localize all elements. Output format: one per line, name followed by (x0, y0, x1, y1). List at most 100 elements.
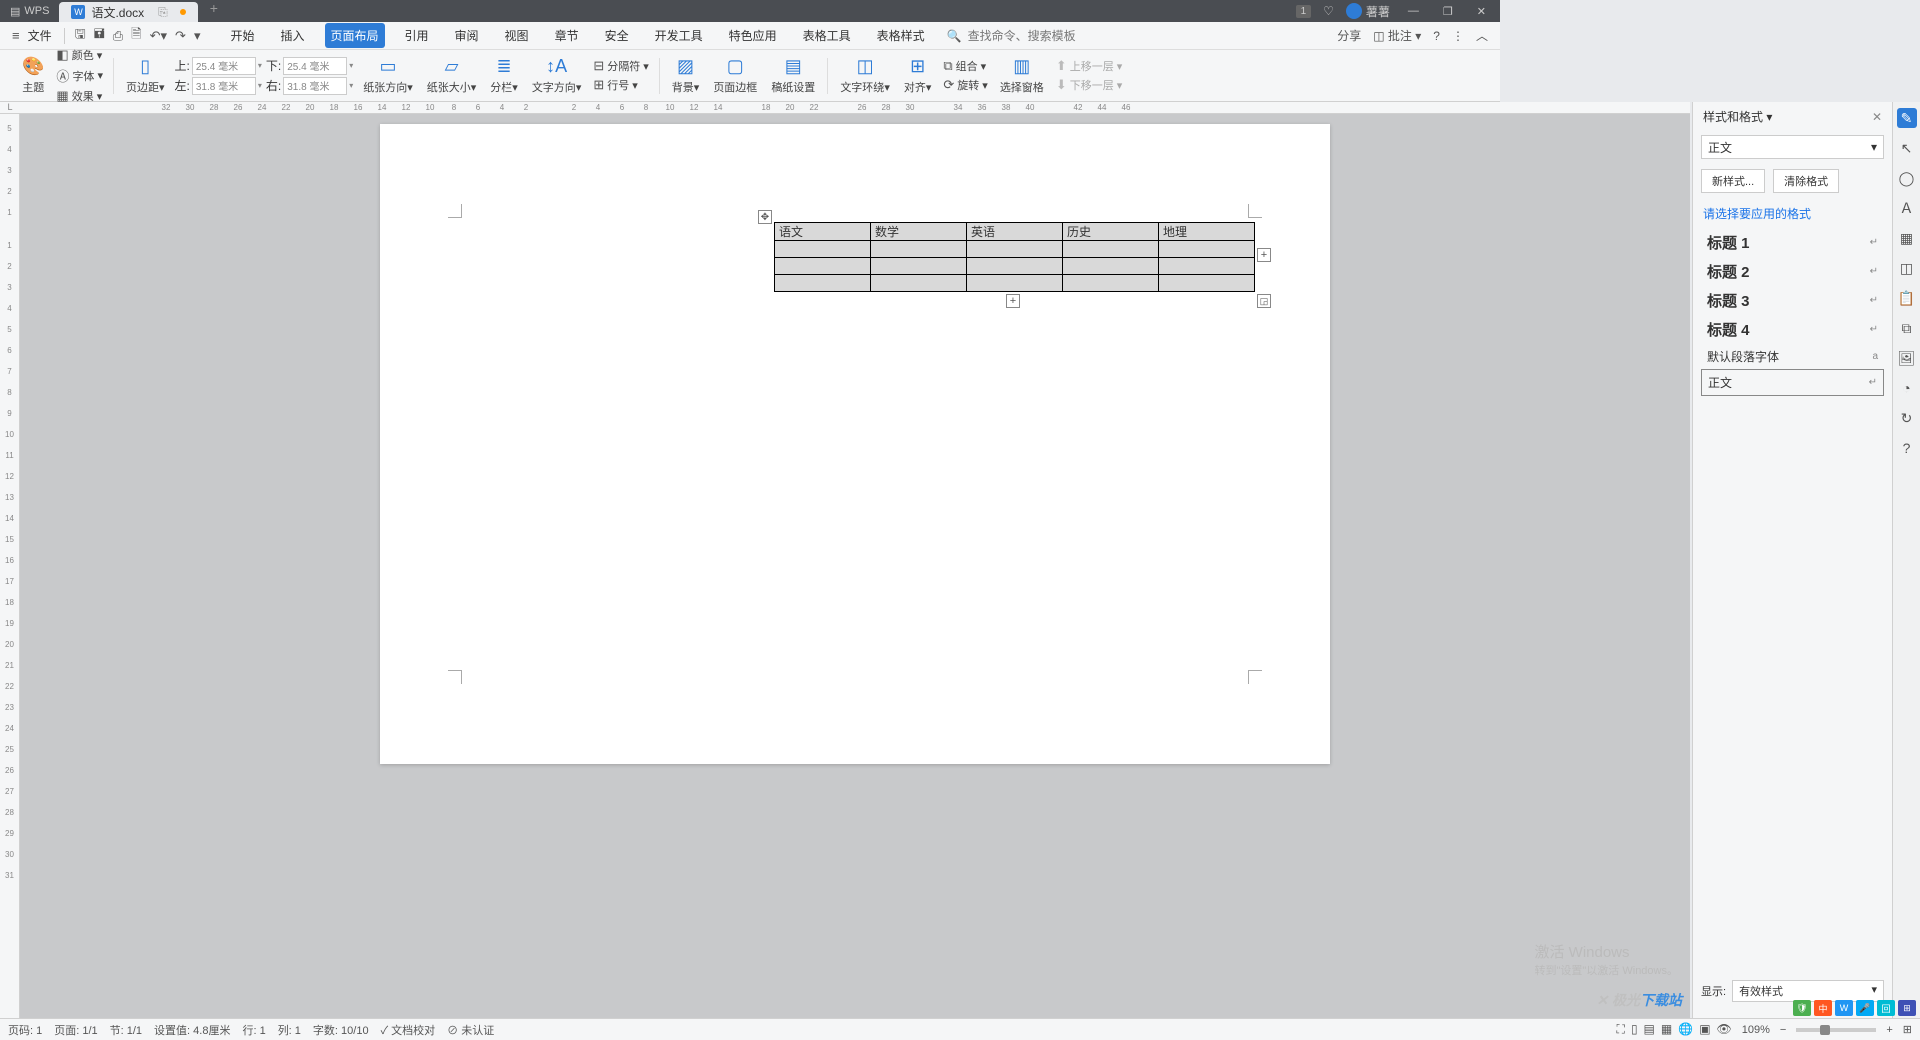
document-canvas[interactable]: ✥ 语文 数学 英语 历史 地理 + + ◲ 激活 Windows 转到"设置"… (20, 114, 1690, 1018)
format-tool-icon[interactable]: Ａ (1897, 198, 1917, 218)
chart-tool-icon[interactable]: ◫ (1897, 258, 1917, 278)
table-resize-handle[interactable]: ◲ (1257, 294, 1271, 308)
style-pane-icon[interactable]: ✎ (1897, 108, 1917, 128)
undo-icon[interactable]: ↶▾ (150, 28, 167, 44)
line-number-button[interactable]: ⊞行号▾ (591, 76, 650, 94)
add-row-handle[interactable]: + (1006, 294, 1020, 308)
columns-button[interactable]: ≣分栏▾ (486, 54, 522, 97)
color-button[interactable]: ◧颜色▾ (54, 46, 105, 64)
web-layout-icon[interactable]: ▦ (1661, 1022, 1672, 1037)
tab-security[interactable]: 安全 (599, 23, 635, 48)
notification-badge[interactable]: 1 (1296, 5, 1312, 18)
redo-icon[interactable]: ↷ (175, 28, 186, 44)
focus-view-icon[interactable]: ▣ (1699, 1022, 1710, 1037)
theme-button[interactable]: 🎨主题 (18, 54, 48, 97)
status-page-no[interactable]: 页码: 1 (8, 1022, 42, 1038)
margin-top-input[interactable] (192, 57, 256, 75)
table-move-handle[interactable]: ✥ (758, 210, 772, 224)
skin-icon[interactable]: ♡ (1323, 4, 1334, 18)
zoom-in-button[interactable]: + (1886, 1024, 1892, 1036)
tab-insert[interactable]: 插入 (274, 23, 310, 48)
table-cell[interactable]: 历史 (1063, 223, 1159, 241)
margin-bottom-input[interactable] (283, 57, 347, 75)
margin-left-input[interactable] (192, 77, 256, 95)
outline-view-icon[interactable]: ▤ (1644, 1022, 1655, 1037)
clear-format-button[interactable]: 清除格式 (1773, 169, 1839, 193)
maximize-button[interactable]: ❐ (1437, 3, 1459, 20)
margin-right-input[interactable] (283, 77, 347, 95)
status-proofing[interactable]: ✓ 文档校对 (381, 1022, 436, 1038)
table-cell[interactable]: 英语 (967, 223, 1063, 241)
eye-icon[interactable]: 👁 (1717, 1022, 1732, 1037)
margin-button[interactable]: ▯页边距▾ (122, 54, 169, 97)
tray-icon[interactable]: 🛡 (1793, 1000, 1811, 1016)
text-wrap-button[interactable]: ◫文字环绕▾ (836, 54, 894, 97)
tray-icon[interactable]: 回 (1877, 1000, 1895, 1016)
style-item-body[interactable]: 正文↵ (1701, 369, 1884, 396)
command-search[interactable]: 🔍 查找命令、搜索模板 (947, 27, 1076, 44)
show-filter-selector[interactable]: 有效样式▾ (1732, 980, 1884, 1002)
print-layout-icon[interactable]: ▯ (1631, 1022, 1638, 1037)
tray-icon[interactable]: W (1835, 1000, 1853, 1016)
zoom-out-button[interactable]: − (1780, 1024, 1786, 1036)
collapse-ribbon-icon[interactable]: ︿ (1476, 27, 1488, 44)
page-border-button[interactable]: ▢页面边框 (709, 54, 761, 97)
status-auth[interactable]: ⊘ 未认证 (447, 1022, 494, 1038)
tray-icon[interactable]: 🎤 (1856, 1000, 1874, 1016)
tab-special[interactable]: 特色应用 (723, 23, 783, 48)
table-cell[interactable]: 数学 (871, 223, 967, 241)
note-button[interactable]: ◫ 批注 ▾ (1373, 27, 1421, 44)
zoom-slider[interactable] (1796, 1028, 1876, 1032)
panel-close-button[interactable]: ✕ (1872, 110, 1882, 124)
style-item-h4[interactable]: 标题 4↵ (1701, 315, 1884, 344)
background-button[interactable]: ▨背景▾ (668, 54, 704, 97)
help-tool-icon[interactable]: ? (1897, 438, 1917, 458)
layout-tool-icon[interactable]: ⧉ (1897, 318, 1917, 338)
style-item-h2[interactable]: 标题 2↵ (1701, 257, 1884, 286)
tab-page-layout[interactable]: 页面布局 (325, 23, 385, 48)
tab-table-style[interactable]: 表格样式 (871, 23, 931, 48)
qat-customize-icon[interactable]: ▾ (194, 28, 201, 44)
zoom-level[interactable]: 109% (1742, 1024, 1770, 1036)
selection-pane-button[interactable]: ▥选择窗格 (996, 54, 1048, 97)
tab-references[interactable]: 引用 (399, 23, 435, 48)
fit-page-icon[interactable]: ⊞ (1903, 1023, 1912, 1036)
fullscreen-icon[interactable]: ⛶ (1617, 1022, 1625, 1037)
app-logo[interactable]: ▤ WPS (0, 5, 59, 18)
shape-tool-icon[interactable]: ◯ (1897, 168, 1917, 188)
tray-icon[interactable]: ⊞ (1898, 1000, 1916, 1016)
orientation-button[interactable]: ▭纸张方向▾ (359, 54, 417, 97)
protect-tool-icon[interactable]: ◔ (1897, 378, 1917, 398)
document-table[interactable]: 语文 数学 英语 历史 地理 (774, 222, 1255, 292)
new-tab-button[interactable]: + (198, 0, 230, 22)
file-menu[interactable]: ≡ 文件 (8, 27, 60, 44)
current-style-selector[interactable]: 正文▾ (1701, 135, 1884, 159)
rotate-button[interactable]: ⟳旋转▾ (941, 76, 989, 94)
status-line[interactable]: 行: 1 (242, 1022, 265, 1038)
breaks-button[interactable]: ⊟分隔符▾ (591, 57, 650, 75)
tray-icon[interactable]: 中 (1814, 1000, 1832, 1016)
style-item-h1[interactable]: 标题 1↵ (1701, 228, 1884, 257)
style-item-default-font[interactable]: 默认段落字体a (1701, 344, 1884, 369)
clipboard-tool-icon[interactable]: 📋 (1897, 288, 1917, 308)
print-icon[interactable]: ⎙ (113, 28, 123, 44)
user-account[interactable]: 薯薯 (1346, 3, 1390, 20)
reading-view-icon[interactable]: 🌐 (1678, 1022, 1693, 1037)
add-column-handle[interactable]: + (1257, 248, 1271, 262)
text-direction-button[interactable]: ↕A文字方向▾ (528, 54, 586, 97)
align-button[interactable]: ⊞对齐▾ (900, 54, 936, 97)
save-as-icon[interactable]: 🖬 (94, 25, 105, 47)
tab-table-tools[interactable]: 表格工具 (797, 23, 857, 48)
status-word-count[interactable]: 字数: 10/10 (313, 1022, 369, 1038)
share-button[interactable]: 分享 (1337, 27, 1361, 44)
settings-icon[interactable]: ⋮ (1452, 29, 1464, 43)
table-tool-icon[interactable]: ▦ (1897, 228, 1917, 248)
history-tool-icon[interactable]: ↻ (1897, 408, 1917, 428)
status-section[interactable]: 节: 1/1 (110, 1022, 142, 1038)
tab-section[interactable]: 章节 (549, 23, 585, 48)
group-button[interactable]: ⧉组合▾ (941, 57, 989, 75)
new-style-button[interactable]: 新样式... (1701, 169, 1765, 193)
save-icon[interactable]: 🖫 (75, 25, 86, 47)
tab-start[interactable]: 开始 (224, 23, 260, 48)
table-cell[interactable]: 语文 (775, 223, 871, 241)
